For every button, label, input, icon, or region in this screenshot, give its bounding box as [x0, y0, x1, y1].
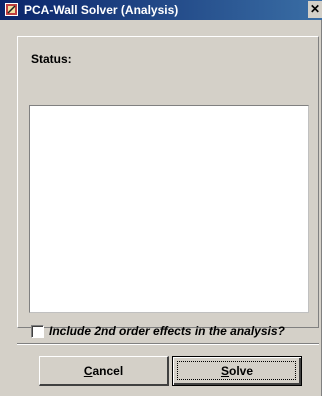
solve-button[interactable]: Solve — [172, 356, 302, 386]
status-label: Status: — [31, 52, 72, 66]
cancel-mnemonic: C — [83, 363, 93, 378]
close-button[interactable]: ✕ — [308, 1, 322, 18]
second-order-label[interactable]: Include 2nd order effects in the analysi… — [49, 324, 285, 338]
close-icon: ✕ — [309, 2, 321, 16]
cancel-label-rest: ancel — [92, 363, 124, 378]
solver-dialog: PCA-Wall Solver (Analysis) ✕ Status: Inc… — [0, 0, 322, 396]
divider — [17, 343, 319, 345]
focus-ring — [177, 361, 296, 380]
window-title: PCA-Wall Solver (Analysis) — [24, 3, 179, 17]
status-output[interactable] — [29, 105, 309, 313]
app-icon — [5, 3, 18, 16]
title-bar[interactable]: PCA-Wall Solver (Analysis) ✕ — [0, 0, 322, 20]
second-order-checkbox[interactable] — [31, 324, 44, 338]
second-order-option[interactable]: Include 2nd order effects in the analysi… — [31, 324, 285, 338]
cancel-button[interactable]: Cancel — [39, 356, 169, 386]
